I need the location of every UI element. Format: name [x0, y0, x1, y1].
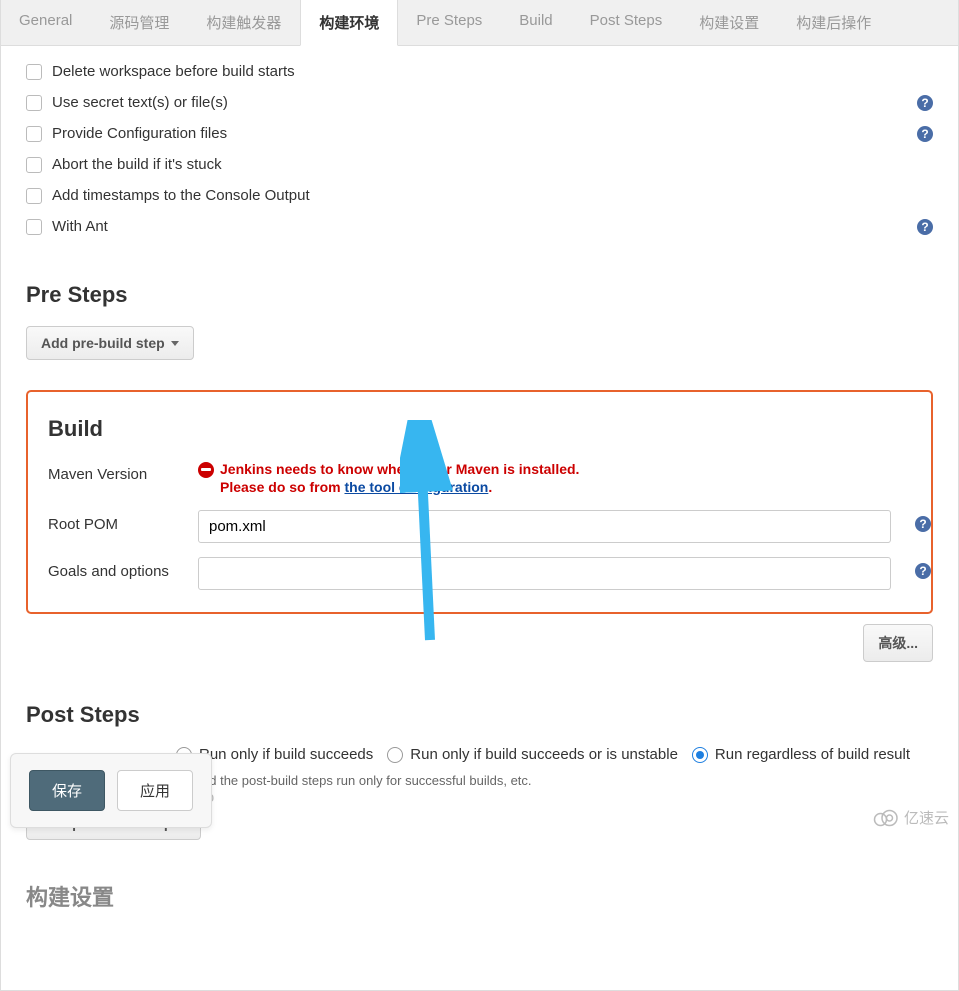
maven-version-label: Maven Version	[48, 460, 198, 483]
tab-build[interactable]: Build	[501, 0, 571, 45]
help-icon[interactable]: ?	[917, 219, 933, 235]
help-icon[interactable]: ?	[917, 95, 933, 111]
build-settings-section: 构建设置	[1, 860, 958, 990]
checkbox-config-files[interactable]	[26, 126, 42, 142]
build-settings-title: 构建设置	[26, 880, 933, 912]
build-highlight-box: Build Maven Version Jenkins needs to kno…	[26, 390, 933, 614]
label-abort-stuck: Abort the build if it's stuck	[52, 156, 222, 173]
tool-configuration-link[interactable]: the tool configuration	[344, 479, 488, 495]
checkbox-abort-stuck[interactable]	[26, 157, 42, 173]
post-steps-title: Post Steps	[26, 702, 933, 728]
tab-pre-steps[interactable]: Pre Steps	[398, 0, 501, 45]
root-pom-input[interactable]	[198, 510, 891, 543]
tab-build-settings[interactable]: 构建设置	[681, 0, 778, 45]
radio-unstable[interactable]	[387, 747, 403, 763]
tab-build-env[interactable]: 构建环境	[300, 0, 398, 46]
checkbox-delete-workspace[interactable]	[26, 64, 42, 80]
watermark: 亿速云	[870, 807, 949, 828]
build-env-section: Delete workspace before build starts Use…	[1, 46, 958, 262]
apply-button[interactable]: 应用	[117, 770, 193, 811]
post-hint: Should the post-build steps run only for…	[176, 773, 933, 788]
checkbox-secret-text[interactable]	[26, 95, 42, 111]
maven-error: Jenkins needs to know where your Maven i…	[198, 460, 891, 496]
build-section-outer: Build Maven Version Jenkins needs to kno…	[1, 380, 958, 682]
dropdown-caret-icon	[171, 341, 179, 346]
advanced-button[interactable]: 高级...	[863, 624, 933, 662]
radio-regardless[interactable]	[692, 747, 708, 763]
tab-general[interactable]: General	[1, 0, 91, 45]
label-secret-text: Use secret text(s) or file(s)	[52, 94, 228, 111]
tab-triggers[interactable]: 构建触发器	[188, 0, 300, 45]
pre-steps-title: Pre Steps	[26, 282, 933, 308]
error-icon	[198, 462, 214, 478]
checkbox-timestamps[interactable]	[26, 188, 42, 204]
config-tabs: General 源码管理 构建触发器 构建环境 Pre Steps Build …	[1, 0, 958, 46]
label-delete-workspace: Delete workspace before build starts	[52, 63, 295, 80]
tab-post-steps[interactable]: Post Steps	[572, 0, 682, 45]
help-icon[interactable]: ?	[915, 563, 931, 579]
goals-input[interactable]	[198, 557, 891, 590]
add-pre-build-step-button[interactable]: Add pre-build step	[26, 326, 194, 360]
help-icon[interactable]: ?	[917, 126, 933, 142]
help-icon[interactable]: ?	[915, 516, 931, 532]
save-button[interactable]: 保存	[29, 770, 105, 811]
label-with-ant: With Ant	[52, 218, 108, 235]
root-pom-label: Root POM	[48, 510, 198, 533]
goals-label: Goals and options	[48, 557, 198, 580]
tab-post-actions[interactable]: 构建后操作	[778, 0, 890, 45]
build-title: Build	[48, 416, 911, 442]
label-config-files: Provide Configuration files	[52, 125, 227, 142]
tab-scm[interactable]: 源码管理	[91, 0, 188, 45]
save-bar: 保存 应用	[10, 753, 212, 828]
checkbox-with-ant[interactable]	[26, 219, 42, 235]
pre-steps-section: Pre Steps Add pre-build step	[1, 262, 958, 380]
label-timestamps: Add timestamps to the Console Output	[52, 187, 310, 204]
